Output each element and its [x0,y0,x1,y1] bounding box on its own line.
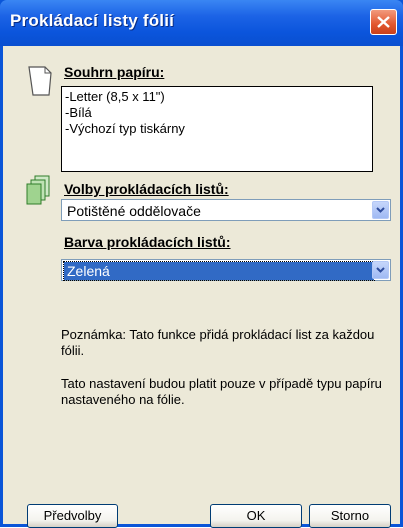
dropdown-button[interactable] [372,201,389,219]
chevron-down-icon [376,207,385,213]
cancel-button[interactable]: Storno [309,504,391,528]
summary-line: -Výchozí typ tiskárny [65,121,185,136]
dialog-window: Prokládací listy fólií Souhrn papíru: -L… [0,0,403,528]
interleaf-color-label: Barva prokládacích listů: [64,234,231,250]
interleaf-color-select[interactable]: Zelená [61,259,391,281]
interleaf-options-label: Volby prokládacích listů: [64,181,229,197]
interleaf-color-value: Zelená [63,261,375,281]
dialog-client-area: Souhrn papíru: -Letter (8,5 x 11") -Bílá… [3,46,400,528]
presets-button[interactable]: Předvolby [27,504,118,528]
paper-icon [28,66,52,96]
dropdown-button[interactable] [372,261,389,279]
title-bar[interactable]: Prokládací listy fólií [0,0,403,46]
paper-summary-label: Souhrn papíru: [64,64,165,80]
ok-button[interactable]: OK [210,504,302,528]
summary-line: -Letter (8,5 x 11") [65,89,165,104]
paper-summary-box: -Letter (8,5 x 11") -Bílá -Výchozí typ t… [61,86,373,172]
note-text: Poznámka: Tato funkce přidá prokládací l… [61,327,375,358]
chevron-down-icon [376,267,385,273]
close-icon [377,16,390,28]
interleaf-options-value: Potištěné oddělovače [67,203,201,219]
summary-line: -Bílá [65,105,92,120]
applicability-note: Tato nastavení budou platit pouze v příp… [61,376,382,407]
interleaf-sheets-icon [26,175,50,205]
close-button[interactable] [370,9,397,35]
window-title: Prokládací listy fólií [10,11,175,30]
interleaf-options-select[interactable]: Potištěné oddělovače [61,199,391,221]
